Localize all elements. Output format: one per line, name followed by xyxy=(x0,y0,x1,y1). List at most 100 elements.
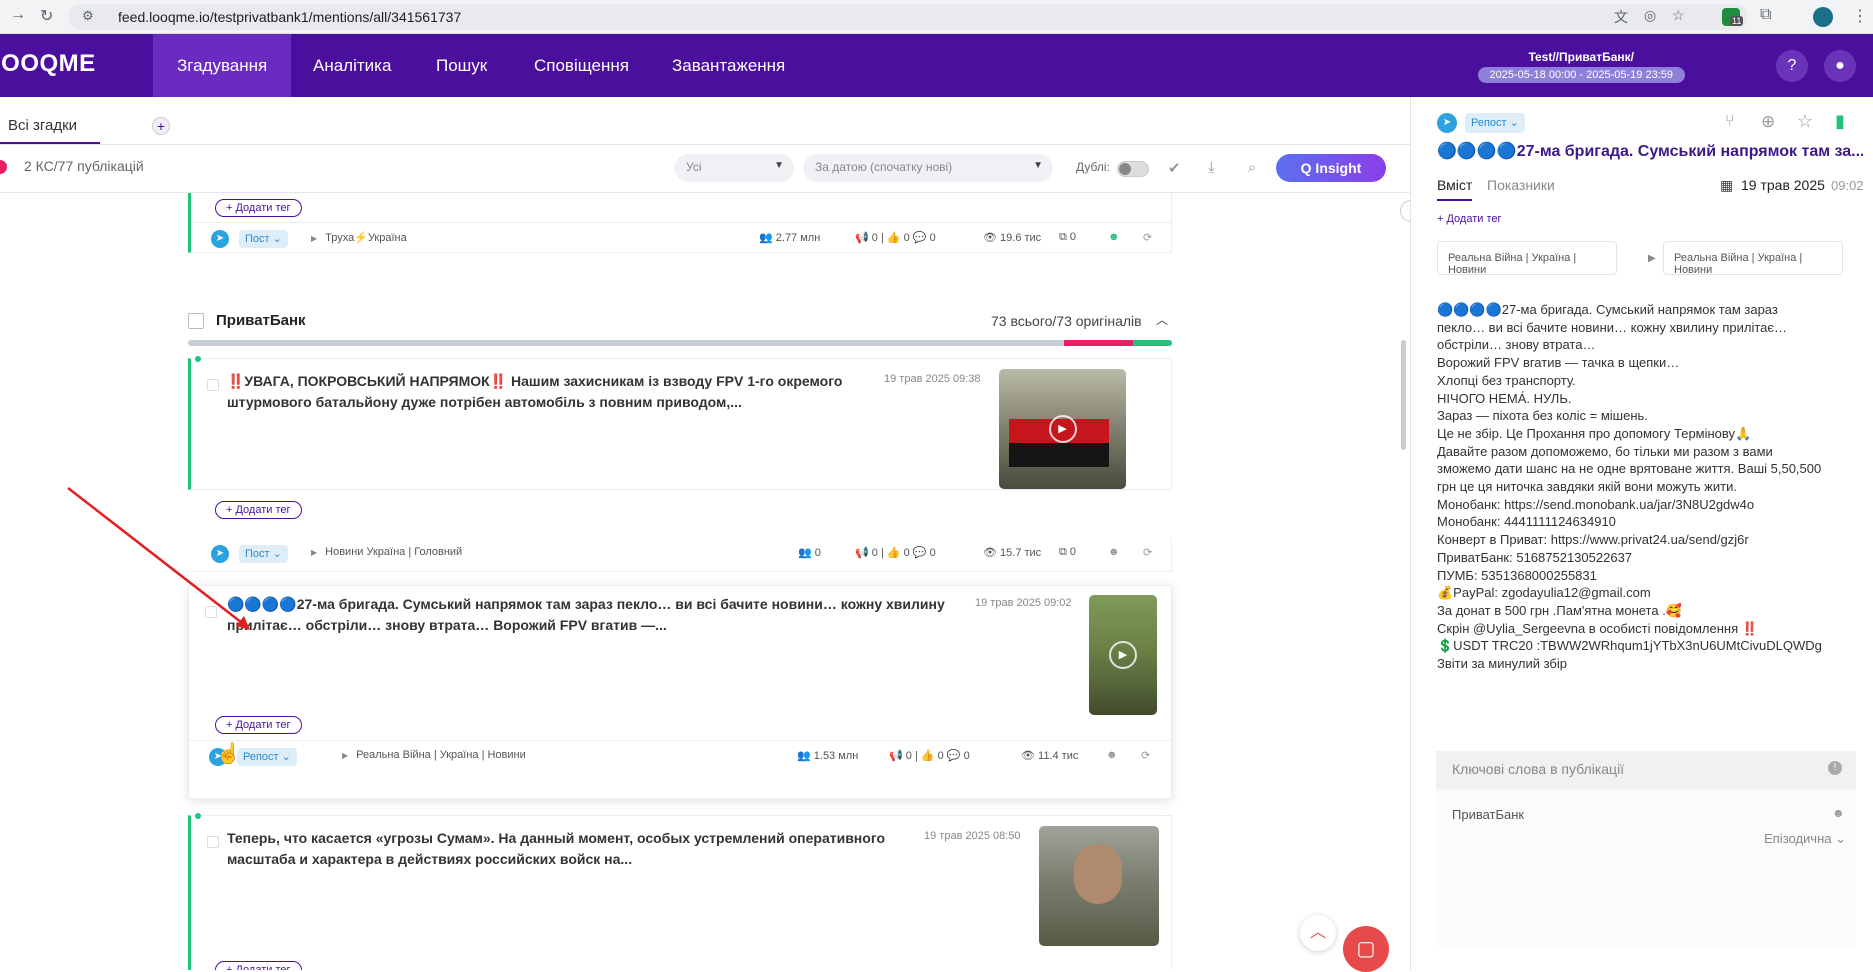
panel-date: 19 трав 2025 xyxy=(1741,177,1825,193)
feed-scrollbar[interactable] xyxy=(1401,340,1406,450)
post-date: 19 трав 2025 09:02 xyxy=(975,597,1072,609)
tree-icon[interactable]: ⑂ xyxy=(1725,113,1735,131)
download-icon[interactable]: ⤓ xyxy=(1208,159,1215,176)
nav-mentions[interactable]: Згадування xyxy=(153,34,292,97)
content-line: Це не збір. Це Прохання про допомогу Тер… xyxy=(1437,425,1752,441)
help-icon[interactable]: ? xyxy=(1776,50,1808,82)
post-type-chip[interactable]: Пост ⌄ xyxy=(239,230,288,248)
browser-toolbar: → ↻ ⚙ feed.looqme.io/testprivatbank1/men… xyxy=(0,0,1873,34)
sentiment-neutral-icon[interactable]: ☻ xyxy=(1106,749,1118,761)
insight-button[interactable]: Q Insight xyxy=(1276,154,1386,182)
copies-value: 0 xyxy=(1069,231,1077,243)
eye-off-icon[interactable]: ◎ xyxy=(1644,7,1656,24)
collapse-chevron-icon[interactable]: ︿ xyxy=(1156,311,1168,328)
reload-icon[interactable]: ↻ xyxy=(40,6,53,26)
add-tag-button[interactable]: + Додати тег xyxy=(215,199,302,217)
globe-icon[interactable]: ⊕ xyxy=(1761,112,1775,132)
tab-content[interactable]: Вміст xyxy=(1437,177,1473,201)
tab-metrics[interactable]: Показники xyxy=(1487,177,1555,193)
post-title[interactable]: 🔵🔵🔵🔵27-ма бригада. Сумський напрямок там… xyxy=(227,594,987,636)
post-thumbnail[interactable]: ▶ xyxy=(999,369,1126,489)
source-label: Новини Україна | Головний xyxy=(325,546,463,558)
translate-icon[interactable]: 文 xyxy=(1614,7,1628,27)
post-card[interactable]: + Додати тег ➤ Пост ⌄ ▶ Труха⚡Україна 👥 2… xyxy=(188,193,1172,253)
post-checkbox[interactable] xyxy=(207,379,219,391)
bookmark-star-icon[interactable]: ☆ xyxy=(1672,7,1685,24)
post-thumbnail[interactable] xyxy=(1039,826,1159,946)
chevron-down-icon: ▼ xyxy=(774,160,784,171)
add-tab-button[interactable]: + xyxy=(152,117,170,135)
user-icon[interactable]: ● xyxy=(1824,50,1856,82)
keyword-kind[interactable]: Епізодична ⌄ xyxy=(1764,831,1846,847)
post-meta-row: ➤ Пост ⌄ ▶ Труха⚡Україна 👥 2.77 млн 📢 0 |… xyxy=(191,222,1171,254)
logo[interactable]: LOOQME xyxy=(0,50,96,78)
post-type-chip[interactable]: Репост ⌄ xyxy=(1465,113,1525,133)
date-range[interactable]: 2025-05-18 00:00 - 2025-05-19 23:59 xyxy=(1477,67,1685,83)
group-checkbox[interactable] xyxy=(188,313,204,329)
post-type-chip[interactable]: Репост ⌄ xyxy=(237,748,297,766)
comments-value: 0 xyxy=(929,547,936,559)
likes-value: 0 xyxy=(903,232,910,244)
source-repost[interactable]: Реальна Війна | Україна | Новини xyxy=(1663,241,1843,276)
extension-badge: 11 xyxy=(1730,16,1744,26)
telegram-icon: ➤ xyxy=(211,230,229,248)
add-tag-button[interactable]: + Додати тег xyxy=(215,961,302,970)
tab-all-mentions[interactable]: Всі згадки xyxy=(0,97,100,144)
play-icon[interactable]: ▶ xyxy=(1109,641,1137,669)
play-icon[interactable]: ▶ xyxy=(1048,415,1077,443)
chat-button[interactable]: ▢ xyxy=(1343,926,1389,972)
processed-icon[interactable]: ⟳ xyxy=(1141,749,1150,762)
post-date: 19 трав 2025 08:50 xyxy=(924,830,1021,842)
sort-select[interactable]: За датою (спочатку нові) ▼ xyxy=(803,154,1053,182)
extension-icon[interactable]: 11 xyxy=(1722,8,1744,26)
forward-icon[interactable]: → xyxy=(10,6,26,24)
add-tag-button[interactable]: + Додати тег xyxy=(215,716,302,734)
new-indicator xyxy=(195,356,201,362)
source-label: Труха⚡Україна xyxy=(325,232,407,244)
audience-stat: 👥 2.77 млн xyxy=(759,232,821,244)
nav-downloads[interactable]: Завантаження xyxy=(648,34,809,97)
profile-avatar-icon[interactable] xyxy=(1813,7,1833,27)
filter-bar: 2 КС/77 публікацій Усі ▼ За датою (споча… xyxy=(0,145,1410,193)
sentiment-positive-icon[interactable]: ☻ xyxy=(1108,231,1120,243)
sentiment-neutral-icon[interactable]: ☻ xyxy=(1108,546,1120,558)
post-card[interactable]: ‼️УВАГА, ПОКРОВСЬКИЙ НАПРЯМОК‼️ Нашим за… xyxy=(188,356,1172,519)
scroll-up-button[interactable]: ︿ xyxy=(1300,915,1336,951)
app-header: LOOQME Згадування Аналітика Пошук Сповіщ… xyxy=(0,34,1873,97)
copies-stat: ⧉ 0 xyxy=(1059,231,1077,243)
post-thumbnail[interactable]: ▶ xyxy=(1089,595,1157,715)
source-origin[interactable]: Реальна Війна | Україна | Новини xyxy=(1437,241,1617,276)
processed-icon[interactable]: ⟳ xyxy=(1143,546,1152,559)
browser-menu-icon[interactable]: ⋮ xyxy=(1852,6,1868,26)
address-bar[interactable]: ⚙ feed.looqme.io/testprivatbank1/mention… xyxy=(68,4,1748,30)
keywords-header[interactable]: Ключові слова в публікації! xyxy=(1436,751,1856,789)
duplicates-toggle[interactable] xyxy=(1117,161,1149,177)
site-info-icon[interactable]: ⚙ xyxy=(82,8,94,24)
person-photo xyxy=(1074,844,1122,904)
project-selector[interactable]: Test//ПриватБанк/ 2025-05-18 00:00 - 202… xyxy=(1477,50,1685,83)
nav-notifications[interactable]: Сповіщення xyxy=(510,34,653,97)
info-icon[interactable]: ! xyxy=(1828,761,1842,775)
content-line: Звіти за минулий збір xyxy=(1437,656,1567,672)
extensions-puzzle-icon[interactable]: ⧉ xyxy=(1760,6,1771,24)
source-name[interactable]: ▶ Новини Україна | Головний xyxy=(311,546,462,558)
add-tag-button[interactable]: + Додати тег xyxy=(1437,213,1502,225)
search-icon[interactable]: ⌕ xyxy=(1248,159,1256,176)
caret-right-icon: ▶ xyxy=(342,751,349,760)
processed-icon[interactable]: ⟳ xyxy=(1143,231,1152,244)
type-select[interactable]: Усі ▼ xyxy=(674,154,794,182)
nav-search[interactable]: Пошук xyxy=(412,34,511,97)
sentiment-neutral-icon[interactable]: ☻ xyxy=(1832,806,1845,820)
check-all-icon[interactable]: ✔ xyxy=(1168,159,1181,177)
source-name[interactable]: ▶ Труха⚡Україна xyxy=(311,231,407,244)
post-title[interactable]: Теперь, что касается «угрозы Сумам». На … xyxy=(227,828,927,870)
bookmark-icon[interactable]: ▮ xyxy=(1835,111,1845,132)
star-icon[interactable]: ☆ xyxy=(1797,111,1813,132)
source-name[interactable]: ▶ Реальна Війна | Україна | Новини xyxy=(342,749,526,761)
post-title[interactable]: ‼️УВАГА, ПОКРОВСЬКИЙ НАПРЯМОК‼️ Нашим за… xyxy=(227,371,927,413)
post-card-selected[interactable]: 🔵🔵🔵🔵27-ма бригада. Сумський напрямок там… xyxy=(188,585,1172,799)
post-checkbox[interactable] xyxy=(207,836,219,848)
nav-analytics[interactable]: Аналітика xyxy=(289,34,415,97)
post-card[interactable]: Теперь, что касается «угрозы Сумам». На … xyxy=(188,813,1172,970)
type-select-value: Усі xyxy=(686,160,702,174)
